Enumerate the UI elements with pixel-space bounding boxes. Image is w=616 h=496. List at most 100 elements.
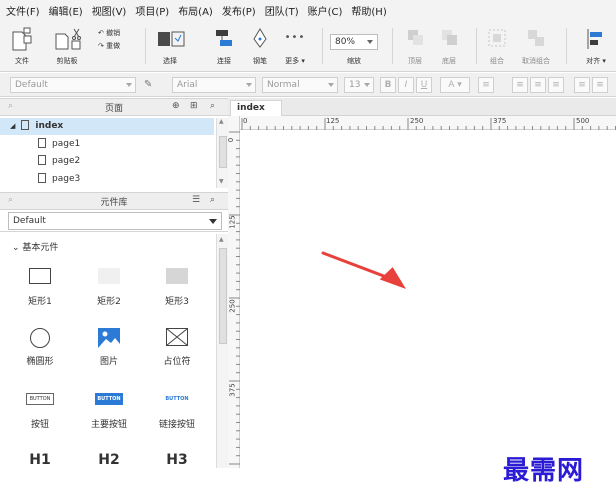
add-page-icon[interactable]: ⊕ [172,101,180,111]
style-select[interactable]: Default [10,77,136,93]
widget-image[interactable]: 图片 [74,328,144,367]
page-item-page3[interactable]: page3 [0,171,214,188]
search-icon[interactable]: ⌕ [210,195,215,205]
align-label: 对齐 ▾ [586,57,606,65]
placeholder-icon [166,328,188,346]
font-select[interactable]: Arial [172,77,256,93]
align-right-button[interactable]: ≡ [548,77,564,93]
rect-gray-icon [166,268,188,284]
file-button[interactable]: 文件 [10,26,34,65]
zoom-select[interactable]: 80% [330,34,378,50]
library-scrollbar[interactable]: ▲ [216,234,228,468]
widget-group-header[interactable]: ⌄ 基本元件 [12,240,58,253]
widget-placeholder[interactable]: 占位符 [142,328,212,367]
more-label: 更多 ▾ [285,57,305,65]
undo-label: 撤销 [106,29,121,37]
document-icon [38,172,46,183]
more-dots-icon: ••• [284,32,306,43]
ungroup-button[interactable]: 取消组合 [516,26,556,65]
more-button[interactable]: ••• 更多 ▾ [280,26,310,65]
widget-rectangle3[interactable]: 矩形3 [142,268,212,307]
scroll-down-icon[interactable]: ▼ [219,178,224,185]
redo-label: 重做 [106,42,121,50]
red-arrow-annotation [321,251,407,289]
tab-index[interactable]: index × [230,100,282,127]
connect-label: 连接 [217,57,231,65]
widget-h1[interactable]: H1 [5,452,75,468]
file-label: 文件 [15,57,29,65]
underline-button[interactable]: U [416,77,432,93]
menu-layout[interactable]: 布局(A) [178,3,213,18]
toolbar-separator [476,28,477,64]
widget-ellipse[interactable]: 椭圆形 [5,328,75,367]
undo-button[interactable]: ↶ 撤销 [98,28,132,40]
bring-top-button[interactable]: 顶层 [402,26,428,65]
page-item-page2[interactable]: page2 [0,153,214,170]
group-button[interactable]: 组合 [484,26,510,65]
connect-button[interactable]: 连接 [210,26,238,65]
format-painter-icon[interactable]: ✎ [144,79,152,90]
bold-button[interactable]: B [380,77,396,93]
menu-edit[interactable]: 编辑(E) [49,3,83,18]
ruler-label: 250 [228,299,237,313]
align-button[interactable]: 对齐 ▾ [580,26,612,65]
menu-account[interactable]: 账户(C) [308,3,343,18]
scroll-up-icon[interactable]: ▲ [219,118,224,125]
document-icon [38,154,46,165]
widget-link-button[interactable]: BUTTON 链接按钮 [142,393,212,430]
toolbar-separator [322,28,323,64]
bullet-list-button[interactable]: ≡ [478,77,494,93]
ruler-ticks [241,118,616,130]
scroll-up-icon[interactable]: ▲ [219,236,224,243]
search-icon[interactable]: ⌕ [210,101,215,111]
page-item-page1[interactable]: page1 [0,136,214,153]
select-button[interactable]: 选择 [150,26,190,65]
clipboard-button[interactable]: 剪贴板 [52,26,82,65]
add-folder-icon[interactable]: ⊞ [190,101,198,111]
widget-h2[interactable]: H2 [74,452,144,468]
clipboard-icon [55,28,81,50]
button-icon: BUTTON [26,393,54,405]
font-color-button[interactable]: A ▾ [440,77,470,93]
menu-project[interactable]: 项目(P) [135,3,169,18]
menu-icon[interactable]: ☰ [192,195,200,205]
align-center-button[interactable]: ≡ [530,77,546,93]
font-size-select[interactable]: 13 [344,77,374,93]
menu-team[interactable]: 团队(T) [265,3,299,18]
toolbar-separator [392,28,393,64]
italic-button[interactable]: I [398,77,414,93]
redo-button[interactable]: ↷ 重做 [98,41,132,53]
weight-select[interactable]: Normal [262,77,338,93]
valign-middle-button[interactable]: ≡ [592,77,608,93]
toolbar: 文件 剪贴板 ↶ 撤销 ↷ 重做 选择 连接 钢笔 ••• 更多 ▾ 80% 缩… [0,20,616,72]
menu-publish[interactable]: 发布(P) [222,3,256,18]
library-select[interactable]: Default [8,212,222,230]
send-bottom-icon [442,30,457,45]
align-left-button[interactable]: ≡ [512,77,528,93]
pen-icon [253,28,267,48]
widget-h3[interactable]: H3 [142,452,212,468]
send-bottom-button[interactable]: 底层 [436,26,462,65]
page-item-index[interactable]: ◢ index [0,118,214,135]
valign-top-button[interactable]: ≡ [574,77,590,93]
link-button-icon: BUTTON [165,396,189,402]
menu-help[interactable]: 帮助(H) [351,3,386,18]
widget-primary-button[interactable]: BUTTON 主要按钮 [74,393,144,430]
clipboard-label: 剪贴板 [56,57,78,65]
menu-file[interactable]: 文件(F) [6,3,40,18]
scroll-thumb[interactable] [219,248,227,344]
pen-button[interactable]: 钢笔 [246,26,274,65]
menu-view[interactable]: 视图(V) [92,3,127,18]
top-label: 顶层 [408,57,422,65]
expand-triangle-icon[interactable]: ◢ [10,122,15,130]
pages-scrollbar[interactable]: ▲ ▼ [216,118,228,188]
toolbar-separator [566,28,567,64]
document-icon [38,137,46,148]
design-canvas[interactable] [241,131,616,468]
widget-rectangle1[interactable]: 矩形1 [5,268,75,307]
widget-button[interactable]: BUTTON 按钮 [5,393,75,430]
scroll-thumb[interactable] [219,136,227,168]
horizontal-ruler: 0 125 250 375 500 [240,116,616,130]
select-label: 选择 [163,57,177,65]
widget-rectangle2[interactable]: 矩形2 [74,268,144,307]
